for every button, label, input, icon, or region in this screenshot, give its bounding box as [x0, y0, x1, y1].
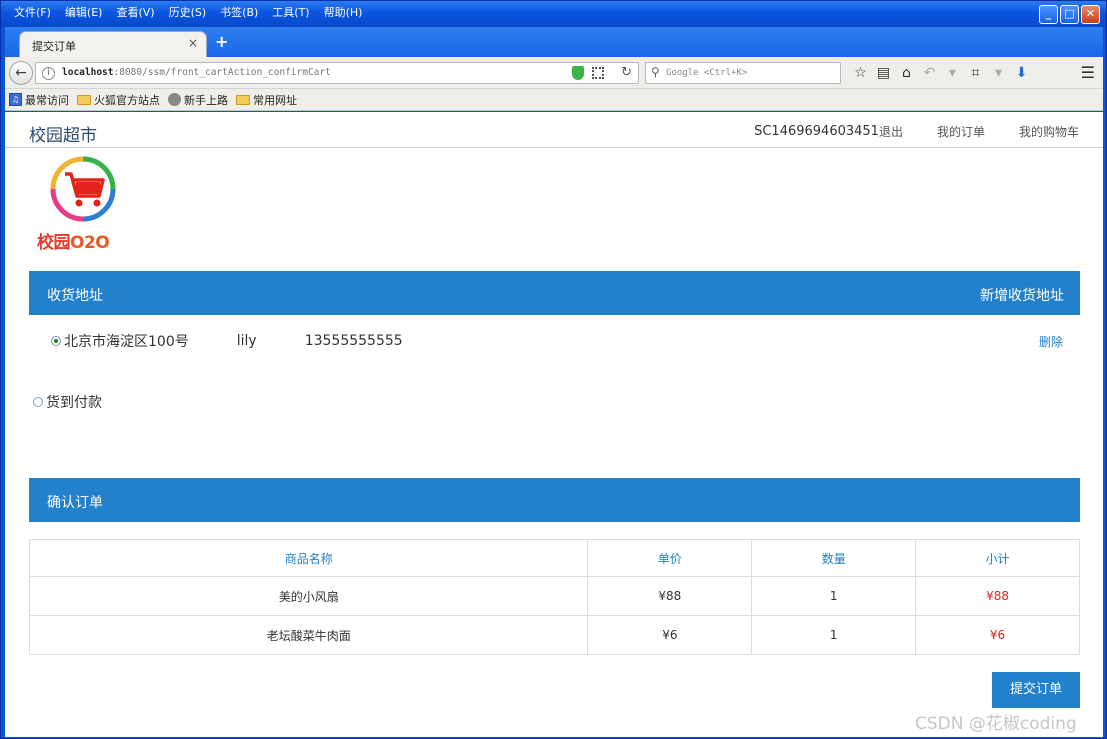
payment-label: 货到付款	[46, 395, 102, 411]
unit-price: ¥6	[587, 615, 753, 655]
address-radio[interactable]	[51, 336, 61, 346]
confirm-order-title: 确认订单	[47, 495, 103, 511]
bookmark-label: 最常访问	[25, 93, 69, 107]
address-section-bar: 收货地址 新增收货地址	[29, 271, 1080, 315]
bookmarks-bar: ♫ 最常访问 火狐官方站点 新手上路 常用网址	[5, 89, 1103, 111]
info-icon[interactable]: i	[42, 67, 55, 80]
my-cart-link[interactable]: 我的购物车	[1019, 123, 1079, 140]
menu-history[interactable]: 历史(S)	[162, 5, 214, 21]
bookmark-label: 常用网址	[253, 93, 297, 107]
site-brand[interactable]: 校园超市	[29, 121, 97, 146]
menu-file[interactable]: 文件(F)	[7, 5, 58, 21]
header-product-name: 商品名称	[28, 539, 589, 577]
header-subtotal: 小计	[915, 539, 1080, 577]
bookmark-most-visited[interactable]: ♫ 最常访问	[9, 92, 69, 108]
my-orders-link[interactable]: 我的订单	[937, 123, 985, 140]
address-text: 北京市海淀区100号	[64, 334, 189, 350]
back-arrow-icon[interactable]: ←	[9, 61, 33, 85]
shield-icon[interactable]	[572, 66, 584, 80]
minimize-icon[interactable]: _	[1039, 5, 1058, 24]
username: SC1469694603451	[754, 124, 879, 139]
bookmark-common-sites[interactable]: 常用网址	[236, 92, 297, 108]
logout-link[interactable]: 退出	[879, 123, 903, 140]
menu-bookmarks[interactable]: 书签(B)	[213, 5, 265, 21]
tab-title: 提交订单	[32, 40, 76, 53]
download-icon[interactable]: ⬇	[1010, 63, 1033, 83]
undo-icon[interactable]: ↶	[918, 63, 941, 83]
header-quantity: 数量	[751, 539, 917, 577]
menu-tools[interactable]: 工具(T)	[265, 5, 316, 21]
title-bar: 文件(F) 编辑(E) 查看(V) 历史(S) 书签(B) 工具(T) 帮助(H…	[1, 1, 1106, 27]
qr-code-icon[interactable]	[592, 67, 604, 79]
logo-text: 校园O2O	[37, 228, 110, 253]
menu-edit[interactable]: 编辑(E)	[58, 5, 110, 21]
order-items-table: 商品名称 单价 数量 小计 美的小风扇 ¥88 1 ¥88 老坛酸菜牛肉面 ¥6…	[28, 539, 1080, 655]
logo-text-o2o: O2O	[70, 233, 110, 253]
header-unit-price: 单价	[587, 539, 753, 577]
table-row: 美的小风扇 ¥88 1 ¥88	[28, 576, 1080, 616]
submit-order-button[interactable]: 提交订单	[992, 672, 1080, 708]
unit-price: ¥88	[587, 576, 753, 616]
logo-text-campus: 校园	[37, 233, 71, 253]
search-icon: ⚲	[651, 65, 660, 79]
bookmark-label: 火狐官方站点	[94, 93, 160, 107]
add-address-link[interactable]: 新增收货地址	[980, 285, 1064, 305]
product-name: 老坛酸菜牛肉面	[28, 615, 589, 655]
home-icon[interactable]: ⌂	[895, 63, 918, 83]
recipient-phone: 13555555555	[304, 333, 403, 349]
folder-icon	[236, 94, 250, 105]
tab-close-icon[interactable]: ×	[188, 36, 198, 50]
reading-list-icon[interactable]: ▤	[872, 63, 895, 83]
subtotal: ¥88	[915, 576, 1080, 616]
bookmark-getting-started[interactable]: 新手上路	[168, 92, 228, 108]
new-tab-icon[interactable]: +	[215, 33, 228, 51]
header-links: SC1469694603451 退出 我的订单 我的购物车	[754, 123, 1079, 140]
navigation-toolbar: ← i localhost:8080/ssm/front_cartAction_…	[5, 57, 1103, 89]
web-page: 校园超市 SC1469694603451 退出 我的订单 我的购物车 校园O2O…	[5, 112, 1103, 737]
toolbar-icons: ☆ ▤ ⌂ ↶ ▾ ⌗ ▾ ⬇	[849, 63, 1033, 83]
dropdown-icon[interactable]: ▾	[941, 63, 964, 83]
confirm-order-bar: 确认订单	[29, 478, 1080, 522]
search-input[interactable]: ⚲ Google <Ctrl+K>	[645, 62, 841, 84]
product-name: 美的小风扇	[28, 576, 589, 616]
recipient-name: lily	[236, 333, 257, 349]
bookmark-label: 新手上路	[184, 93, 228, 107]
folder-icon	[77, 94, 91, 105]
close-window-icon[interactable]: ✕	[1081, 5, 1100, 24]
browser-window: 文件(F) 编辑(E) 查看(V) 历史(S) 书签(B) 工具(T) 帮助(H…	[0, 0, 1107, 739]
url-text[interactable]: localhost:8080/ssm/front_cartAction_conf…	[62, 67, 331, 78]
hamburger-menu-icon[interactable]: ☰	[1081, 63, 1095, 82]
menu-view[interactable]: 查看(V)	[109, 5, 161, 21]
reload-icon[interactable]: ↻	[621, 65, 632, 80]
address-option[interactable]: 北京市海淀区100号 lily 13555555555	[51, 331, 403, 351]
tab-confirm-order[interactable]: 提交订单 ×	[19, 31, 207, 57]
table-header-row: 商品名称 单价 数量 小计	[28, 539, 1080, 577]
maximize-icon[interactable]: □	[1060, 5, 1079, 24]
quantity: 1	[751, 615, 917, 655]
most-visited-icon: ♫	[9, 93, 22, 106]
subtotal: ¥6	[915, 615, 1080, 655]
bookmark-firefox-official[interactable]: 火狐官方站点	[77, 92, 160, 108]
search-placeholder: Google <Ctrl+K>	[666, 68, 748, 78]
window-controls: _ □ ✕	[1039, 5, 1100, 24]
watermark: CSDN @花椒coding	[915, 714, 1077, 734]
menu-bar: 文件(F) 编辑(E) 查看(V) 历史(S) 书签(B) 工具(T) 帮助(H…	[7, 5, 369, 21]
payment-option[interactable]: 货到付款	[33, 392, 102, 412]
dropdown-icon[interactable]: ▾	[987, 63, 1010, 83]
quantity: 1	[751, 576, 917, 616]
url-host: localhost	[62, 67, 114, 78]
address-section-title: 收货地址	[47, 288, 103, 304]
globe-icon	[168, 93, 181, 106]
star-icon[interactable]: ☆	[849, 63, 872, 83]
site-header: 校园超市 SC1469694603451 退出 我的订单 我的购物车	[5, 112, 1103, 148]
url-path: :8080/ssm/front_cartAction_confirmCart	[113, 67, 331, 78]
crop-icon[interactable]: ⌗	[964, 63, 987, 83]
payment-radio[interactable]	[33, 397, 43, 407]
menu-help[interactable]: 帮助(H)	[317, 5, 370, 21]
tab-strip: 提交订单 × +	[5, 27, 1103, 57]
delete-address-link[interactable]: 删除	[1039, 333, 1063, 350]
url-bar[interactable]: i localhost:8080/ssm/front_cartAction_co…	[35, 62, 639, 84]
table-row: 老坛酸菜牛肉面 ¥6 1 ¥6	[28, 615, 1080, 655]
